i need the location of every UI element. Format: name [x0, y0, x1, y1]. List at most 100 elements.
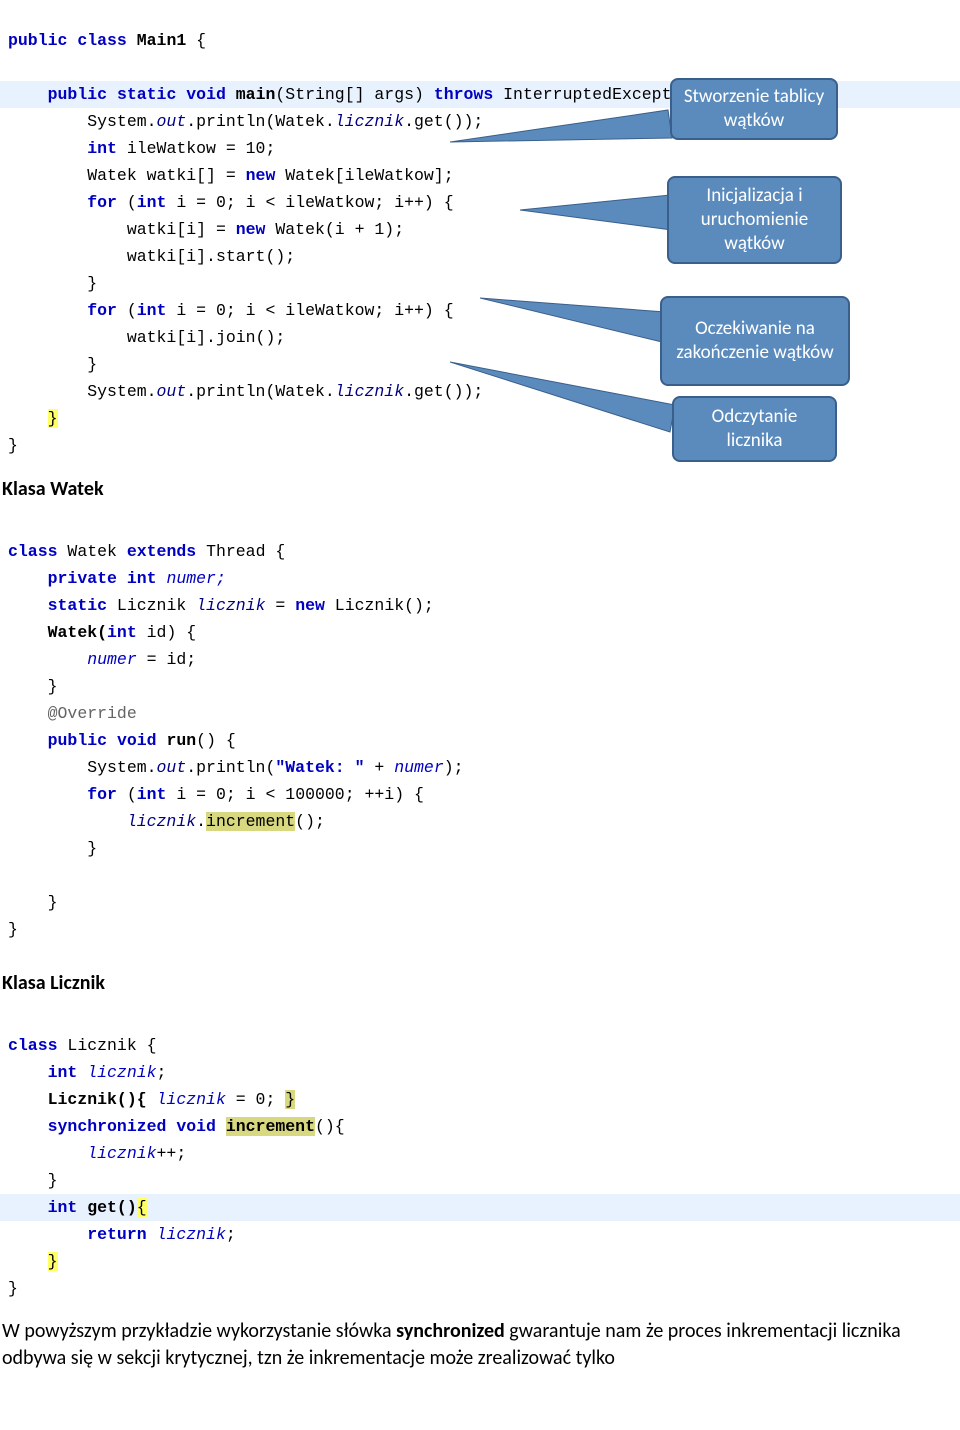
t: ;: [226, 1225, 236, 1244]
code-line: int licznik;: [0, 1059, 960, 1086]
t: Licznik();: [325, 596, 434, 615]
pointer-arrow-icon: [520, 190, 680, 240]
t: }: [48, 677, 58, 696]
fld: licznik: [147, 1225, 226, 1244]
t: () {: [196, 731, 236, 750]
t: }: [87, 839, 97, 858]
kw: private: [48, 569, 117, 588]
kw: int: [137, 785, 167, 804]
out: out: [157, 112, 187, 131]
code-line: Watek(int id) {: [0, 619, 960, 646]
brace: }: [285, 1090, 295, 1109]
callout-init-start: Inicjalizacja i uruchomienie wątków: [667, 176, 842, 264]
fld: numer;: [157, 569, 226, 588]
t: ileWatkow = 10;: [117, 139, 275, 158]
fld: numer: [394, 758, 444, 777]
mname: get(): [77, 1198, 136, 1217]
section-title-licznik: Klasa Licznik: [0, 971, 960, 995]
t: }: [8, 436, 18, 455]
t: i = 0; i < 100000; ++i) {: [166, 785, 423, 804]
t: System.: [87, 382, 156, 401]
t: }: [48, 1171, 58, 1190]
t: .println(Watek.: [186, 382, 335, 401]
t: .println(Watek.: [186, 112, 335, 131]
fld: licznik: [87, 1144, 156, 1163]
code-line: }: [0, 916, 960, 943]
callout-text: Stworzenie tablicy wątków: [680, 85, 828, 133]
fld: numer: [87, 650, 137, 669]
lic: licznik: [196, 596, 265, 615]
kw: int: [48, 1063, 78, 1082]
kw: int: [48, 1198, 78, 1217]
code-line: numer = id;: [0, 646, 960, 673]
blank-line: [0, 862, 960, 889]
fld: licznik: [77, 1063, 156, 1082]
kw: static: [48, 596, 107, 615]
kw: synchronized: [48, 1117, 167, 1136]
t: watki[i].start();: [127, 247, 295, 266]
callout-create-array: Stworzenie tablicy wątków: [670, 78, 838, 140]
code-line: }: [0, 1167, 960, 1194]
class-name: Main1: [137, 31, 187, 50]
str: "Watek: ": [275, 758, 364, 777]
kw-class: class: [77, 31, 127, 50]
kw: int: [137, 301, 167, 320]
code-line: return licznik;: [0, 1221, 960, 1248]
kw: class: [8, 542, 58, 561]
code-line: System.out.println("Watek: " + numer);: [0, 754, 960, 781]
kw: int: [137, 193, 167, 212]
code-block-watek: class Watek extends Thread {: [0, 511, 960, 565]
t: .println(: [186, 758, 275, 777]
out: out: [157, 758, 187, 777]
para-bold: synchronized: [396, 1319, 505, 1343]
code-line: licznik++;: [0, 1140, 960, 1167]
pointer-arrow-icon: [450, 360, 685, 435]
kw: int: [107, 623, 137, 642]
out: out: [157, 382, 187, 401]
t: );: [444, 758, 464, 777]
kw: class: [8, 1036, 58, 1055]
kw: new: [246, 166, 276, 185]
code-line: int get(){: [0, 1194, 960, 1221]
t: = 0;: [226, 1090, 285, 1109]
t: (: [117, 785, 137, 804]
blank-line: [0, 54, 960, 81]
code-line: Licznik(){ licznik = 0; }: [0, 1086, 960, 1113]
code-line: synchronized void increment(){: [0, 1113, 960, 1140]
t: Watek watki[] =: [87, 166, 245, 185]
t: Licznik: [107, 596, 196, 615]
kw: void: [176, 1117, 216, 1136]
kw-public: public: [8, 31, 67, 50]
t: Watek[ileWatkow];: [275, 166, 453, 185]
kw: for: [87, 193, 117, 212]
t: id) {: [137, 623, 196, 642]
callout-text: Inicjalizacja i uruchomienie wątków: [677, 184, 832, 255]
t: }: [48, 893, 58, 912]
brace: }: [48, 1252, 58, 1271]
code-line: }: [0, 673, 960, 700]
method-name: main: [236, 85, 276, 104]
t: (: [117, 301, 137, 320]
t: ();: [295, 812, 325, 831]
kw: public: [48, 731, 107, 750]
brace: {: [137, 1198, 147, 1217]
kw: new: [236, 220, 266, 239]
t: .: [196, 812, 206, 831]
kw: extends: [127, 542, 196, 561]
class-name: Licznik: [67, 1036, 136, 1055]
pointer-arrow-icon: [480, 290, 675, 350]
callout-text: Odczytanie licznika: [682, 405, 827, 453]
callout-wait-end: Oczekiwanie na zakończenie wątków: [660, 296, 850, 386]
t: (: [117, 193, 137, 212]
t: watki[i] =: [127, 220, 236, 239]
t: i = 0; i < ileWatkow; i++) {: [166, 301, 453, 320]
kw: for: [87, 301, 117, 320]
licznik: licznik: [335, 112, 404, 131]
t: ++;: [157, 1144, 187, 1163]
lic: licznik: [127, 812, 196, 831]
code-line: }: [0, 1248, 960, 1275]
t: Watek(i + 1);: [265, 220, 404, 239]
ctor: Watek(: [48, 623, 107, 642]
t: i = 0; i < ileWatkow; i++) {: [166, 193, 453, 212]
kw: static: [117, 85, 176, 104]
